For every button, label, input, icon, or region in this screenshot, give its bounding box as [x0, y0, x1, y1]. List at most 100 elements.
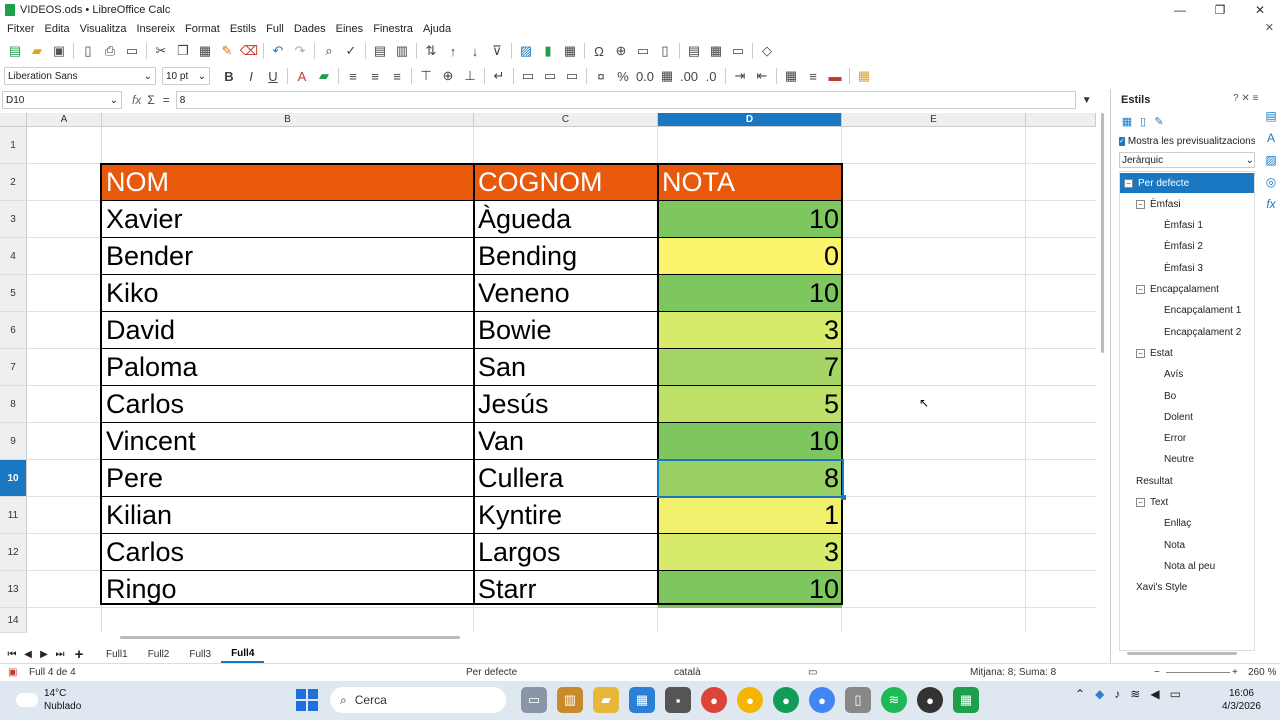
- cell-nom[interactable]: Pere: [102, 460, 474, 497]
- cell-nota[interactable]: 3: [658, 312, 842, 349]
- header-cell-nom[interactable]: NOM: [102, 164, 474, 201]
- special-character-icon[interactable]: Ω: [588, 40, 610, 62]
- font-size-box[interactable]: 10 pt ⌄: [162, 67, 210, 85]
- undo-icon[interactable]: ↶: [267, 40, 289, 62]
- font-color-icon[interactable]: A: [291, 65, 313, 87]
- sort-icon[interactable]: ⇅: [420, 40, 442, 62]
- sidebar-scroll-thumb[interactable]: [1127, 652, 1237, 655]
- expand-formula-bar-icon[interactable]: ▼: [1082, 95, 1092, 106]
- merge-center-icon[interactable]: ▭: [517, 65, 539, 87]
- style-item[interactable]: − Text: [1136, 493, 1168, 513]
- maximize-button[interactable]: ❐: [1200, 0, 1240, 20]
- cell-nom[interactable]: David: [102, 312, 474, 349]
- styles-icon[interactable]: A: [1263, 131, 1279, 151]
- chrome-profile-2-icon[interactable]: ●: [737, 687, 763, 713]
- row-header-6[interactable]: 6: [0, 312, 27, 349]
- cell-nota[interactable]: 0: [658, 238, 842, 275]
- header-cell-cognom[interactable]: COGNOM: [474, 164, 658, 201]
- style-item[interactable]: Èmfasi 2: [1164, 237, 1203, 257]
- wrap-text-icon[interactable]: ↵: [488, 65, 510, 87]
- cell-cognom[interactable]: Bending: [474, 238, 658, 275]
- borders-icon[interactable]: ▦: [780, 65, 802, 87]
- row-header-3[interactable]: 3: [0, 201, 27, 238]
- cell-nota[interactable]: 1: [658, 497, 842, 534]
- cell-nom[interactable]: Vincent: [102, 423, 474, 460]
- cell-cognom[interactable]: Àgueda: [474, 201, 658, 238]
- volume-icon[interactable]: ◀: [1150, 687, 1159, 701]
- collapse-toggle-icon[interactable]: −: [1136, 199, 1145, 209]
- language[interactable]: català: [674, 667, 701, 678]
- microphone-icon[interactable]: ♪: [1114, 687, 1120, 701]
- fill-handle[interactable]: [841, 495, 846, 500]
- align-center-icon[interactable]: ≡: [364, 65, 386, 87]
- align-bottom-icon[interactable]: ⊥: [459, 65, 481, 87]
- highlight-color-icon[interactable]: ▰: [313, 65, 335, 87]
- style-item[interactable]: Avís: [1164, 365, 1183, 385]
- horizontal-scroll-thumb[interactable]: [120, 636, 460, 639]
- battery-icon[interactable]: ▭: [1170, 687, 1181, 701]
- library-icon[interactable]: ▥: [557, 687, 583, 713]
- pivot-table-icon[interactable]: ▦: [559, 40, 581, 62]
- unmerge-cells-icon[interactable]: ▭: [561, 65, 583, 87]
- cell-cognom[interactable]: Bowie: [474, 312, 658, 349]
- find-replace-icon[interactable]: ⌕: [318, 40, 340, 62]
- decrease-indent-icon[interactable]: ⇤: [751, 65, 773, 87]
- previous-sheet-icon[interactable]: ◀: [20, 649, 36, 660]
- cell-nom[interactable]: Kilian: [102, 497, 474, 534]
- cell-nota[interactable]: 3: [658, 534, 842, 571]
- date-format-icon[interactable]: ▦: [656, 65, 678, 87]
- style-item[interactable]: Encapçalament 2: [1164, 322, 1241, 342]
- task-view-icon[interactable]: ▭: [521, 687, 547, 713]
- terminal-icon[interactable]: ▪: [665, 687, 691, 713]
- align-top-icon[interactable]: ⊤: [415, 65, 437, 87]
- menu-finestra[interactable]: Finestra: [368, 23, 418, 35]
- border-color-icon[interactable]: ▬: [824, 65, 846, 87]
- collapse-toggle-icon[interactable]: −: [1136, 498, 1145, 507]
- minimize-button[interactable]: —: [1160, 0, 1200, 20]
- properties-icon[interactable]: ▤: [1263, 109, 1279, 129]
- style-item[interactable]: Èmfasi 3: [1164, 258, 1203, 278]
- redo-icon[interactable]: ↷: [289, 40, 311, 62]
- selection-mode-icon[interactable]: ▭: [808, 667, 817, 678]
- menu-estils[interactable]: Estils: [225, 23, 261, 35]
- clone-format-icon[interactable]: ✎: [216, 40, 238, 62]
- print-icon[interactable]: ⎙: [99, 40, 121, 62]
- cell-cognom[interactable]: Van: [474, 423, 658, 460]
- style-item[interactable]: Enllaç: [1164, 514, 1191, 534]
- column-header-b[interactable]: B: [102, 113, 474, 127]
- function-wizard-icon[interactable]: fx: [132, 93, 141, 107]
- add-sheet-icon[interactable]: +: [68, 646, 90, 663]
- cell-nom[interactable]: Xavier: [102, 201, 474, 238]
- wifi-icon[interactable]: ≋: [1130, 687, 1140, 701]
- sort-descending-icon[interactable]: ↓: [464, 40, 486, 62]
- merge-cells-icon[interactable]: ▭: [539, 65, 561, 87]
- header-footer-icon[interactable]: ▯: [654, 40, 676, 62]
- close-document-icon[interactable]: ✕: [1265, 21, 1274, 34]
- security-icon[interactable]: ◆: [1095, 687, 1104, 701]
- style-item[interactable]: Bo: [1164, 386, 1176, 406]
- row-header-7[interactable]: 7: [0, 349, 27, 386]
- paste-icon[interactable]: ▦: [194, 40, 216, 62]
- currency-format-icon[interactable]: ¤: [590, 65, 612, 87]
- vertical-scrollbar[interactable]: [1098, 113, 1108, 633]
- cell-nota[interactable]: 5: [658, 386, 842, 423]
- style-item[interactable]: − Per defecte: [1120, 173, 1254, 193]
- menu-format[interactable]: Format: [180, 23, 225, 35]
- fill-format-icon[interactable]: ✎: [1151, 115, 1167, 131]
- cell-nom[interactable]: Bender: [102, 238, 474, 275]
- menu-fitxer[interactable]: Fitxer: [2, 23, 40, 35]
- underline-icon[interactable]: U: [262, 65, 284, 87]
- row-header-13[interactable]: 13: [0, 571, 27, 608]
- style-item[interactable]: Nota al peu: [1164, 556, 1215, 576]
- chart-icon[interactable]: ▮: [537, 40, 559, 62]
- sort-ascending-icon[interactable]: ↑: [442, 40, 464, 62]
- next-sheet-icon[interactable]: ▶: [36, 649, 52, 660]
- menu-visualitza[interactable]: Visualitza: [75, 23, 132, 35]
- navigator-icon[interactable]: ◎: [1263, 175, 1279, 195]
- border-style-icon[interactable]: ≡: [802, 65, 824, 87]
- font-name-box[interactable]: Liberation Sans ⌄: [4, 67, 156, 85]
- libreoffice-calc-icon[interactable]: ▦: [953, 687, 979, 713]
- row-header-10[interactable]: 10: [0, 460, 27, 497]
- formula-input[interactable]: 8: [175, 91, 1076, 109]
- cell-cognom[interactable]: Cullera: [474, 460, 658, 497]
